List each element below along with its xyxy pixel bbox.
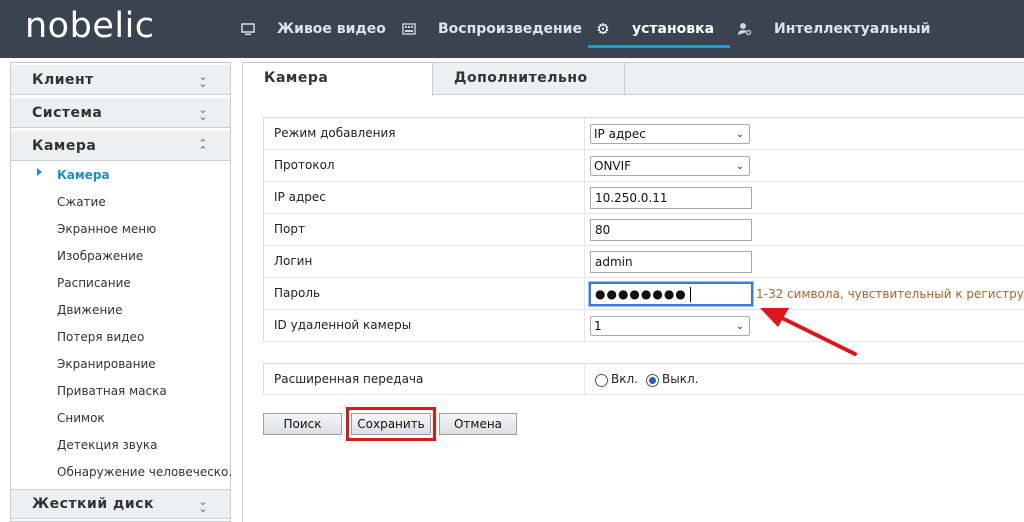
- sidebar-item-motion[interactable]: Движение: [57, 302, 232, 318]
- remote-id-label: ID удаленной камеры: [274, 318, 412, 332]
- password-value: ●●●●●●●●: [595, 287, 687, 301]
- nav-live-video[interactable]: Живое видео: [241, 0, 386, 58]
- nav-label: установка: [632, 21, 715, 37]
- sidebar-section-system[interactable]: Система ⌄ ⌄: [11, 98, 230, 128]
- camera-settings-form: Режим добавления IP адрес ⌄ Протокол ONV…: [263, 117, 1024, 342]
- form-row-ip: IP адрес 10.250.0.11: [264, 182, 1024, 214]
- protocol-label: Протокол: [274, 158, 335, 172]
- search-button[interactable]: Поиск: [263, 413, 342, 435]
- ip-label: IP адрес: [274, 190, 326, 204]
- add-mode-select[interactable]: IP адрес ⌄: [590, 124, 750, 144]
- login-input[interactable]: admin: [590, 251, 752, 273]
- user-search-icon: [738, 22, 752, 36]
- cancel-button[interactable]: Отмена: [439, 413, 517, 435]
- form-row-extended-stream: Расширенная передача Вкл. Выкл.: [263, 363, 1024, 396]
- form-row-remote-id: ID удаленной камеры 1 ⌄: [264, 310, 1024, 342]
- select-value: ONVIF: [594, 159, 632, 173]
- nav-label: Воспроизведение: [438, 21, 582, 37]
- save-highlight-box: [346, 407, 436, 441]
- chevron-down-icon: ⌄ ⌄: [198, 103, 208, 123]
- nav-setup[interactable]: ⚙ установка: [587, 0, 731, 58]
- chevron-down-icon: ⌄: [735, 129, 744, 140]
- section-label: Камера: [32, 137, 97, 154]
- radio-on[interactable]: [595, 374, 608, 387]
- login-label: Логин: [274, 254, 313, 268]
- sidebar: Клиент ⌄ ⌄ Система ⌄ ⌄ Камера ⌃ ⌃ Камера Сж…: [10, 62, 232, 522]
- tab-advanced[interactable]: Дополнительно: [433, 63, 625, 95]
- form-row-add-mode: Режим добавления IP адрес ⌄: [264, 118, 1024, 150]
- section-label: Жесткий диск: [32, 496, 154, 512]
- protocol-select[interactable]: ONVIF ⌄: [590, 156, 750, 176]
- chevron-up-icon: ⌃ ⌃: [198, 137, 208, 157]
- chevron-down-icon: ⌄: [735, 161, 744, 172]
- sidebar-item-privacy-mask[interactable]: Приватная маска: [57, 383, 232, 399]
- sidebar-item-compression[interactable]: Сжатие: [57, 194, 232, 210]
- sidebar-item-osd[interactable]: Экранное меню: [57, 221, 232, 237]
- select-value: IP адрес: [594, 127, 646, 141]
- top-navigation-bar: nobelic Живое видео Воспроизведение ⚙ ус…: [0, 0, 1024, 58]
- tab-bar: Камера Дополнительно: [243, 63, 1024, 96]
- sidebar-item-camera[interactable]: Камера: [57, 167, 232, 183]
- sidebar-item-image[interactable]: Изображение: [57, 248, 232, 264]
- form-row-port: Порт 80: [264, 214, 1024, 246]
- chevron-down-icon: ⌄ ⌄: [198, 70, 208, 90]
- gear-icon: ⚙: [596, 20, 610, 38]
- tab-camera[interactable]: Камера: [243, 63, 433, 96]
- add-mode-label: Режим добавления: [274, 126, 396, 140]
- chevron-down-icon: ⌄ ⌄: [198, 495, 208, 515]
- section-label: Система: [32, 104, 103, 121]
- ip-address-input[interactable]: 10.250.0.11: [590, 187, 752, 209]
- chevron-down-icon: ⌄: [735, 321, 744, 332]
- form-row-login: Логин admin: [264, 246, 1024, 278]
- form-row-password: Пароль ●●●●●●●● 1-32 символа, чувствител…: [264, 278, 1024, 310]
- active-item-arrow-icon: [37, 168, 42, 176]
- brand-logo: nobelic: [25, 6, 155, 46]
- text-cursor: [689, 287, 691, 302]
- sidebar-item-snapshot[interactable]: Снимок: [57, 410, 232, 426]
- sidebar-item-schedule[interactable]: Расписание: [57, 275, 232, 291]
- radio-on-label: Вкл.: [611, 372, 638, 386]
- sidebar-section-client[interactable]: Клиент ⌄ ⌄: [11, 65, 230, 95]
- section-label: Клиент: [32, 71, 94, 88]
- radio-off[interactable]: [646, 374, 659, 387]
- password-hint: 1-32 символа, чувствительный к регистру.: [756, 287, 1024, 301]
- password-label: Пароль: [274, 286, 321, 300]
- nav-intelligent[interactable]: Интеллектуальный: [738, 0, 930, 58]
- monitor-icon: [241, 22, 255, 36]
- port-input[interactable]: 80: [590, 219, 752, 241]
- sidebar-item-human-detection[interactable]: Обнаружение человеческо...: [57, 464, 232, 480]
- sidebar-item-video-loss[interactable]: Потеря видео: [57, 329, 232, 345]
- radio-off-label: Выкл.: [662, 372, 699, 386]
- sidebar-item-tampering[interactable]: Экранирование: [57, 356, 232, 372]
- form-row-protocol: Протокол ONVIF ⌄: [264, 150, 1024, 182]
- sidebar-item-audio-detection[interactable]: Детекция звука: [57, 437, 232, 453]
- remote-camera-id-select[interactable]: 1 ⌄: [590, 316, 750, 336]
- nav-playback[interactable]: Воспроизведение: [402, 0, 582, 58]
- film-icon: [402, 22, 416, 36]
- nav-label: Интеллектуальный: [774, 21, 931, 37]
- nav-label: Живое видео: [277, 21, 386, 37]
- select-value: 1: [594, 319, 602, 333]
- password-input[interactable]: ●●●●●●●●: [589, 282, 753, 306]
- sidebar-section-camera[interactable]: Камера ⌃ ⌃: [11, 131, 230, 161]
- port-label: Порт: [274, 222, 305, 236]
- sidebar-section-hdd[interactable]: Жесткий диск ⌄ ⌄: [11, 489, 230, 519]
- main-panel: Камера Дополнительно Режим добавления IP…: [242, 62, 1024, 522]
- extended-stream-label: Расширенная передача: [274, 372, 424, 386]
